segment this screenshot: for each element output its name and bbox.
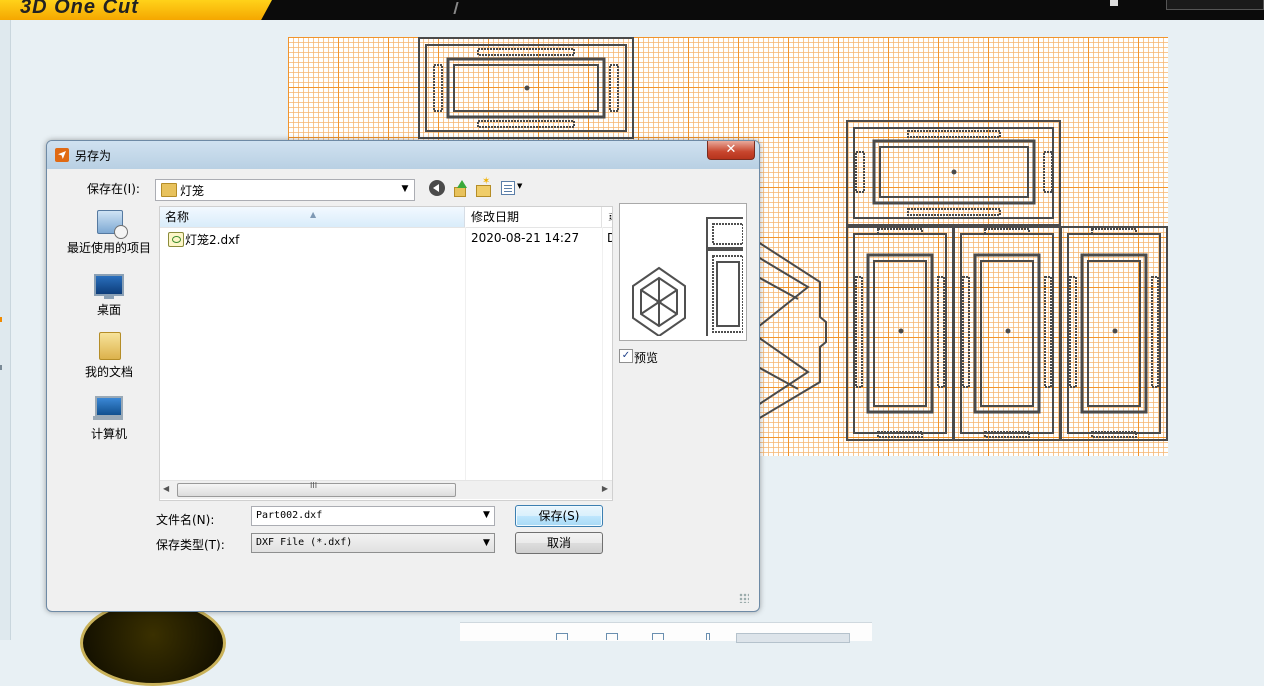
desktop-icon <box>94 274 124 299</box>
file-type-label: 保存类型(T): <box>156 538 225 552</box>
tall-panel-1 <box>846 226 954 441</box>
save-as-app-icon <box>55 148 69 162</box>
scroll-left-icon[interactable]: ◀ <box>163 484 169 493</box>
save-in-label: 保存在(I): <box>87 182 140 196</box>
bottom-toolbar <box>460 622 872 643</box>
tall-panel-2 <box>953 226 1061 441</box>
save-in-dropdown[interactable]: 灯笼 ▼ <box>155 179 415 201</box>
places-bar: 最近使用的项目 桌面 我的文档 计算机 <box>61 202 157 570</box>
host-circle-graphic <box>80 600 226 686</box>
file-modified-date: 2020-08-21 14:27 <box>471 231 580 245</box>
chevron-down-icon[interactable]: ▼ <box>398 182 412 196</box>
resize-grip[interactable] <box>739 593 749 603</box>
app-logo: 3D One Cut <box>0 0 272 20</box>
back-icon[interactable] <box>429 180 445 196</box>
tall-panel-3 <box>1060 226 1168 441</box>
scrollbar-thumb[interactable]: III <box>177 481 456 497</box>
toolbar-tool-icon[interactable] <box>556 633 568 640</box>
column-header-name-label: 名称 <box>165 210 190 224</box>
bottom-slider[interactable] <box>736 633 850 643</box>
left-strip-marker <box>0 317 2 322</box>
save-in-value: 灯笼 <box>180 184 205 198</box>
column-header-date[interactable]: 修改日期 <box>466 207 602 227</box>
preview-pane <box>619 203 747 341</box>
left-side-strip <box>0 20 11 640</box>
dialog-title: 另存为 <box>75 149 112 163</box>
chevron-down-icon[interactable]: ▼ <box>483 510 490 520</box>
file-type-cell: D <box>607 231 612 245</box>
save-button[interactable]: 保存(S) <box>515 505 603 527</box>
computer-icon <box>93 396 123 420</box>
file-row[interactable]: 灯笼2.dxf 2020-08-21 14:27 D <box>160 229 612 249</box>
place-desktop[interactable]: 桌面 <box>61 264 157 320</box>
chevron-down-icon[interactable]: ▼ <box>483 538 490 548</box>
column-header-name[interactable]: 名称 ▲ <box>160 207 465 227</box>
toolbar-tool-icon[interactable] <box>606 633 618 640</box>
app-top-bar: 3D One Cut <box>0 0 1264 20</box>
preview-thumbnail <box>632 217 743 336</box>
toolbar-small-icon[interactable] <box>1110 0 1118 6</box>
dialog-client-area: 保存在(I): 灯笼 ▼ 最近使用的项目 桌面 我的文档 <box>53 169 751 605</box>
place-label: 计算机 <box>90 427 127 441</box>
cancel-button[interactable]: 取消 <box>515 532 603 554</box>
horizontal-scrollbar[interactable]: ◀ III ▶ <box>160 480 612 499</box>
toolbar-tool-icon[interactable] <box>652 633 664 640</box>
app-logo-text: 3D One Cut <box>20 0 139 18</box>
folder-icon <box>161 183 177 197</box>
close-button[interactable]: ✕ <box>707 141 755 160</box>
save-as-dialog: 另存为 ✕ 保存在(I): 灯笼 ▼ 最近使用的项目 桌面 我的文档 <box>46 140 760 612</box>
top-frame-panel <box>418 37 634 139</box>
scroll-right-icon[interactable]: ▶ <box>602 484 608 493</box>
file-type-select[interactable]: DXF File (*.dxf) <box>251 533 495 553</box>
file-name: 灯笼2.dxf <box>185 233 240 247</box>
recent-items-icon <box>97 210 128 239</box>
place-my-documents[interactable]: 我的文档 <box>61 326 157 382</box>
place-label: 最近使用的项目 <box>66 241 151 255</box>
toolbar-panel[interactable] <box>1166 0 1264 10</box>
toolbar-tool-icon[interactable] <box>706 633 710 640</box>
file-list[interactable]: 名称 ▲ 修改日期 ፤ 灯笼2.dxf 2020-08-21 14:27 D ◀… <box>159 206 613 501</box>
column-divider <box>465 227 466 480</box>
dialog-title-bar[interactable]: 另存为 ✕ <box>47 141 759 169</box>
dxf-file-icon <box>168 232 184 247</box>
toolbar-mark-icon[interactable] <box>453 2 469 14</box>
column-header-more[interactable]: ፤ <box>603 207 612 227</box>
scrollbar-grip: III <box>310 481 318 490</box>
place-label: 我的文档 <box>84 365 133 379</box>
place-label: 桌面 <box>96 303 121 317</box>
hexagon-piece <box>757 241 827 420</box>
column-divider <box>602 227 603 480</box>
file-name-input[interactable]: Part002.dxf <box>251 506 495 526</box>
preview-checkbox[interactable]: ✓ <box>619 349 633 363</box>
place-computer[interactable]: 计算机 <box>61 388 157 444</box>
up-folder-icon[interactable] <box>452 180 468 197</box>
file-list-header: 名称 ▲ 修改日期 ፤ <box>160 207 612 228</box>
view-menu-icon[interactable] <box>501 180 525 196</box>
place-recent-items[interactable]: 最近使用的项目 <box>61 202 157 258</box>
file-name-label: 文件名(N): <box>156 513 215 527</box>
right-top-panel <box>846 120 1061 226</box>
preview-label: 预览 <box>634 351 659 365</box>
new-folder-icon[interactable] <box>475 176 491 197</box>
documents-icon <box>99 332 121 360</box>
left-strip-marker <box>0 365 2 370</box>
sort-ascending-icon: ▲ <box>310 210 317 219</box>
